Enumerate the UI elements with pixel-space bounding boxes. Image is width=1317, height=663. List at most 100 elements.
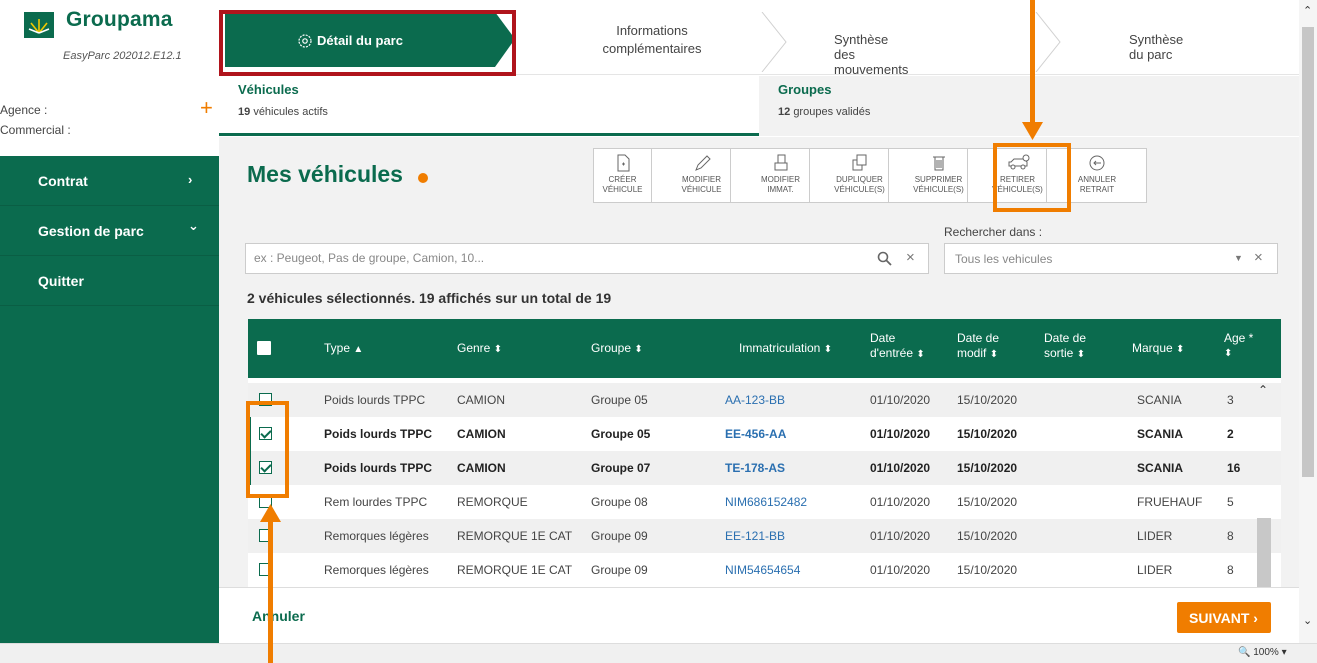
- table-row[interactable]: Rem lourdes TPPC REMORQUE Groupe 08 NIM6861…: [248, 485, 1281, 519]
- cell-immat[interactable]: AA-123-BB: [725, 393, 785, 407]
- tab-vehicules[interactable]: Véhicules 19 véhicules actifs: [219, 76, 759, 136]
- cell-age: 2: [1227, 427, 1234, 441]
- column-header-groupe[interactable]: Groupe ⬍: [591, 341, 643, 357]
- step-label-line2: complémentaires: [602, 41, 702, 56]
- next-button-label: SUIVANT ›: [1189, 610, 1258, 626]
- search-icon[interactable]: [877, 251, 892, 266]
- delete-vehicle-button[interactable]: SUPPRIMER VÉHICULE(S): [910, 149, 968, 202]
- duplicate-vehicle-button[interactable]: DUPLIQUER VÉHICULE(S): [831, 149, 889, 202]
- logo: Groupama EasyParc 202012.E12.1: [24, 6, 214, 66]
- select-all-checkbox[interactable]: [257, 341, 271, 355]
- cell-genre: CAMION: [457, 461, 506, 475]
- chevron-right-icon: ›: [188, 172, 193, 187]
- add-agency-icon[interactable]: +: [200, 97, 213, 119]
- table-scrollbar[interactable]: ⌃: [1257, 383, 1271, 589]
- clear-search-icon[interactable]: ×: [906, 249, 915, 266]
- button-label-line2: VÉHICULE(S): [913, 185, 964, 194]
- cell-immat[interactable]: EE-456-AA: [725, 427, 786, 441]
- search-scope-label: Rechercher dans :: [944, 225, 1043, 239]
- cell-age: 16: [1227, 461, 1241, 475]
- cell-age: 8: [1227, 529, 1234, 543]
- cell-groupe: Groupe 05: [591, 427, 651, 441]
- cell-immat[interactable]: TE-178-AS: [725, 461, 785, 475]
- annotation-highlight-checkboxes: [246, 401, 289, 498]
- annotation-arrow-bottom: [268, 520, 273, 663]
- cell-entree: 01/10/2020: [870, 563, 931, 577]
- zoom-level[interactable]: 🔍 100% ▾: [1238, 647, 1287, 658]
- search-box: ×: [245, 243, 929, 274]
- page-scrollbar[interactable]: ⌃ ⌄: [1299, 0, 1317, 643]
- cell-marque: SCANIA: [1137, 427, 1184, 441]
- cell-marque: SCANIA: [1137, 461, 1184, 475]
- cell-marque: LIDER: [1137, 563, 1173, 577]
- scroll-up-icon[interactable]: ⌃: [1303, 4, 1312, 17]
- cancel-link[interactable]: Annuler: [252, 608, 305, 624]
- scroll-down-icon[interactable]: ⌄: [1303, 614, 1312, 627]
- column-header-date-entree[interactable]: Date d'entrée ⬍: [870, 331, 925, 362]
- cell-immat[interactable]: EE-121-BB: [725, 529, 785, 543]
- cell-marque: FRUEHAUF: [1137, 495, 1203, 509]
- vehicles-count: 19: [238, 106, 251, 118]
- sidebar-item-quitter[interactable]: Quitter: [0, 256, 219, 306]
- sidebar-item-label: Quitter: [38, 273, 84, 289]
- cell-immat[interactable]: NIM686152482: [725, 495, 807, 509]
- sort-icon: ⬍: [1176, 344, 1185, 355]
- column-header-immatriculation[interactable]: Immatriculation ⬍: [739, 341, 832, 357]
- header-label: Type: [324, 341, 351, 355]
- column-header-marque[interactable]: Marque ⬍: [1132, 341, 1184, 357]
- agency-label: Agence :: [0, 103, 48, 117]
- cancel-removal-button[interactable]: ANNULER RETRAIT: [1068, 149, 1126, 202]
- column-header-date-sortie[interactable]: Date de sortie ⬍: [1044, 331, 1086, 362]
- cell-entree: 01/10/2020: [870, 495, 931, 509]
- cell-groupe: Groupe 07: [591, 461, 651, 475]
- info-icon[interactable]: [418, 173, 428, 183]
- column-header-age[interactable]: Age * ⬍: [1224, 331, 1253, 361]
- cell-type: Remorques légères: [324, 529, 429, 543]
- scroll-up-icon[interactable]: ⌃: [1258, 383, 1268, 397]
- cell-groupe: Groupe 08: [591, 495, 648, 509]
- cell-immat[interactable]: NIM54654654: [725, 563, 800, 577]
- sort-icon: ⬍: [823, 344, 833, 355]
- tab-title: Groupes: [778, 82, 832, 97]
- cell-type: Poids lourds TPPC: [324, 461, 433, 475]
- column-header-type[interactable]: Type ▲: [324, 341, 363, 357]
- next-button[interactable]: SUIVANT ›: [1177, 602, 1271, 633]
- plate-icon: [774, 154, 788, 171]
- button-label-line2: IMMAT.: [767, 185, 794, 194]
- table-row[interactable]: Poids lourds TPPC CAMION Groupe 07 TE-178-A…: [248, 451, 1281, 485]
- chevron-down-icon: ⌄: [188, 218, 199, 233]
- column-header-genre[interactable]: Genre ⬍: [457, 341, 502, 357]
- pencil-icon: [695, 155, 711, 171]
- sidebar-item-contrat[interactable]: Contrat ›: [0, 156, 219, 206]
- annotation-arrow-head-down: [1022, 122, 1043, 140]
- cell-modif: 15/10/2020: [957, 393, 1018, 407]
- cell-entree: 01/10/2020: [870, 393, 931, 407]
- header-label-line2: modif: [957, 346, 987, 360]
- search-scope-select[interactable]: Tous les vehicules ▼ ×: [944, 243, 1278, 274]
- scroll-thumb[interactable]: [1257, 518, 1271, 589]
- trash-icon: [933, 156, 945, 171]
- column-header-date-modif[interactable]: Date de modif ⬍: [957, 331, 999, 362]
- brand-name: Groupama: [66, 8, 173, 31]
- selection-summary: 2 véhicules sélectionnés. 19 affichés su…: [247, 290, 612, 306]
- table-row[interactable]: Poids lourds TPPC CAMION Groupe 05 EE-456-A…: [248, 417, 1281, 451]
- scroll-thumb[interactable]: [1302, 27, 1314, 477]
- table-row[interactable]: Poids lourds TPPC CAMION Groupe 05 AA-123-B…: [248, 383, 1281, 417]
- edit-vehicle-button[interactable]: MODIFIER VÉHICULE: [673, 149, 731, 202]
- create-vehicle-button[interactable]: CRÉER VÉHICULE: [594, 149, 652, 202]
- sidebar-item-gestion-de-parc[interactable]: Gestion de parc ⌄: [0, 206, 219, 256]
- sort-icon: ⬍: [1224, 348, 1233, 359]
- cell-marque: LIDER: [1137, 529, 1173, 543]
- search-input[interactable]: [254, 251, 814, 265]
- sidebar: Groupama EasyParc 202012.E12.1 Agence : …: [0, 0, 219, 643]
- button-label-line1: SUPPRIMER: [914, 175, 963, 184]
- cell-type: Rem lourdes TPPC: [324, 495, 428, 509]
- table-row[interactable]: Remorques légères REMORQUE 1E CAT Groupe 0…: [248, 519, 1281, 553]
- edit-plate-button[interactable]: MODIFIER IMMAT.: [752, 149, 810, 202]
- table-row[interactable]: Remorques légères REMORQUE 1E CAT Groupe 0…: [248, 553, 1281, 587]
- commercial-label: Commercial :: [0, 123, 71, 137]
- step-label: Synthèse du parc: [1129, 32, 1184, 62]
- step-separator: [761, 12, 787, 72]
- clear-scope-icon[interactable]: ×: [1254, 249, 1263, 266]
- button-label-line2: VÉHICULE(S): [834, 185, 885, 194]
